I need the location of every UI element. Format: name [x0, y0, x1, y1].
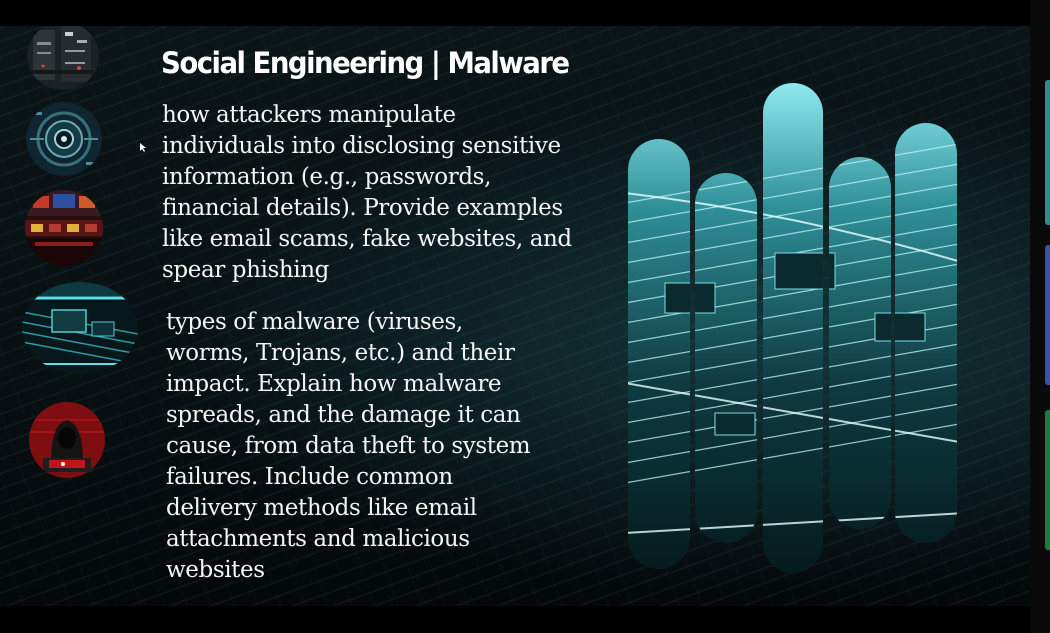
cyber-eye-thumbnail [26, 102, 102, 176]
text-line: information (e.g., passwords, [162, 164, 491, 190]
panel-tab-blue[interactable] [1045, 245, 1050, 385]
text-line: financial details). Provide examples [162, 195, 563, 221]
hooded-hacker-thumbnail [29, 402, 105, 478]
text-line: individuals into disclosing sensitive [162, 133, 561, 159]
presentation-screen: Social Engineering | Malware how attacke… [0, 0, 1050, 633]
server-room-thumbnail [27, 26, 99, 90]
social-engineering-paragraph: how attackers manipulate individuals int… [162, 100, 572, 286]
text-line: cause, from data theft to system [166, 433, 531, 459]
circuit-board-pillars-image [625, 83, 965, 588]
slide-title: Social Engineering | Malware [161, 46, 570, 80]
text-line: websites [166, 557, 265, 583]
text-line: attachments and malicious [166, 526, 470, 552]
text-line: spreads, and the damage it can [166, 402, 521, 428]
text-line: delivery methods like email [166, 495, 477, 521]
text-line: failures. Include common [166, 464, 453, 490]
text-line: like email scams, fake websites, and [162, 226, 572, 252]
text-line: types of malware (viruses, [166, 309, 463, 335]
text-line: how attackers manipulate [162, 102, 456, 128]
control-room-thumbnail [25, 190, 103, 266]
text-line: spear phishing [162, 257, 329, 283]
text-line: worms, Trojans, etc.) and their [166, 340, 515, 366]
mouse-cursor-icon [140, 140, 148, 158]
panel-tab-green[interactable] [1045, 410, 1050, 550]
text-line: impact. Explain how malware [166, 371, 502, 397]
slide: Social Engineering | Malware how attacke… [0, 26, 1030, 606]
circuit-board-thumbnail [22, 282, 138, 374]
side-panel-edge [1030, 0, 1050, 633]
panel-tab-teal[interactable] [1045, 80, 1050, 225]
malware-paragraph: types of malware (viruses, worms, Trojan… [166, 307, 531, 586]
